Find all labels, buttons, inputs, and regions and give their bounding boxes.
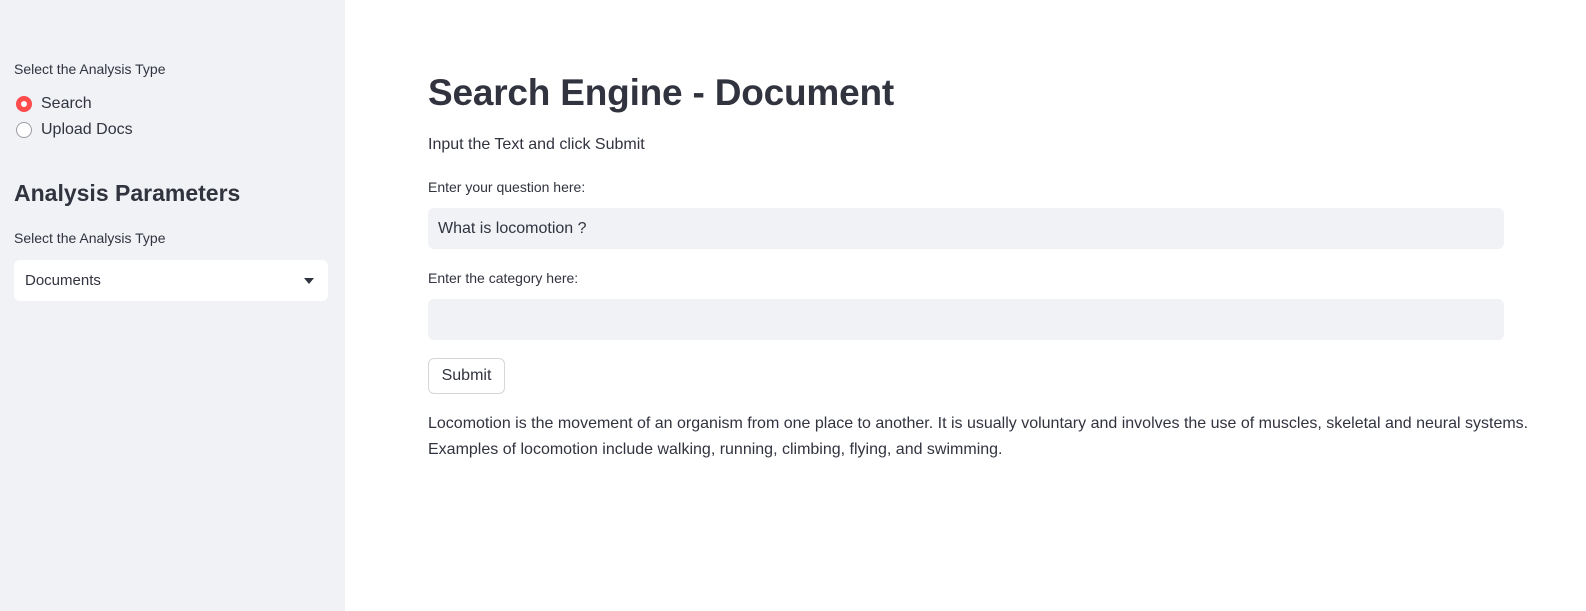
page-title: Search Engine - Document bbox=[428, 72, 895, 113]
radio-unchecked-icon[interactable] bbox=[16, 122, 32, 138]
radio-label-upload-docs: Upload Docs bbox=[41, 121, 133, 138]
analysis-type-select[interactable]: Documents bbox=[14, 260, 328, 301]
analysis-parameters-heading: Analysis Parameters bbox=[14, 180, 241, 206]
submit-button[interactable]: Submit bbox=[428, 358, 505, 394]
question-input[interactable] bbox=[428, 208, 1504, 249]
radio-option-search[interactable]: Search bbox=[16, 95, 92, 113]
answer-line: Examples of locomotion include walking, … bbox=[428, 441, 1003, 458]
analysis-type-label: Select the Analysis Type bbox=[14, 61, 166, 77]
select-analysis-type-label: Select the Analysis Type bbox=[14, 230, 166, 246]
question-label: Enter your question here: bbox=[428, 179, 586, 195]
sidebar: Select the Analysis Type Search Upload D… bbox=[0, 0, 345, 611]
answer-line: Locomotion is the movement of an organis… bbox=[428, 415, 1529, 432]
chevron-down-icon[interactable] bbox=[304, 277, 314, 284]
select-value: Documents bbox=[25, 272, 101, 289]
answer-text: Locomotion is the movement of an organis… bbox=[428, 411, 1558, 463]
category-input[interactable] bbox=[428, 299, 1504, 340]
category-label: Enter the category here: bbox=[428, 270, 579, 286]
page-subtitle: Input the Text and click Submit bbox=[428, 136, 645, 153]
radio-checked-icon[interactable] bbox=[16, 96, 32, 112]
radio-label-search: Search bbox=[41, 95, 92, 112]
radio-option-upload-docs[interactable]: Upload Docs bbox=[16, 121, 133, 139]
